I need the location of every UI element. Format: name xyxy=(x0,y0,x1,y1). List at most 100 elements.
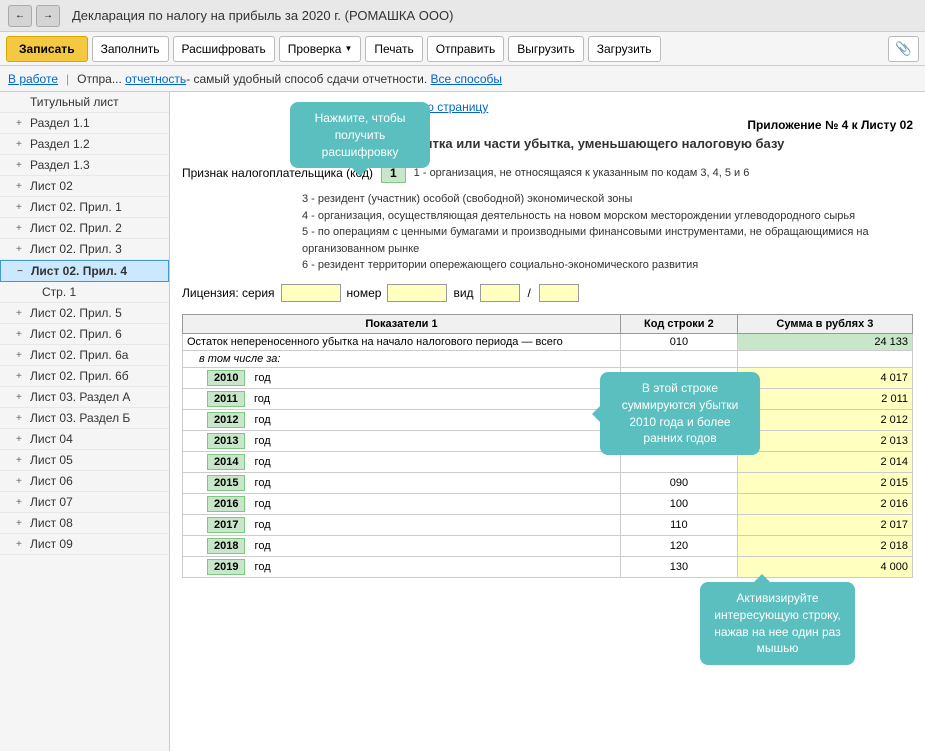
row-sum[interactable]: 2 014 xyxy=(737,451,912,472)
year-badge: 2012 xyxy=(207,412,245,428)
year-badge: 2016 xyxy=(207,496,245,512)
sidebar-label-list02pril6a: Лист 02. Прил. 6а xyxy=(30,348,128,362)
otchetnost-link[interactable]: отчетность xyxy=(125,72,186,86)
toolbar: Записать Заполнить Расшифровать Проверка… xyxy=(0,32,925,66)
year-badge: 2018 xyxy=(207,538,245,554)
row-year-indicator: 2012 год xyxy=(183,409,621,430)
row-year-indicator: 2011 год xyxy=(183,388,621,409)
license-vid-input[interactable] xyxy=(480,284,520,302)
sidebar-item-list04[interactable]: + Лист 04 xyxy=(0,429,169,450)
sidebar-item-list02pril5[interactable]: + Лист 02. Прил. 5 xyxy=(0,303,169,324)
doc-content: Нажмите, чтобы получить расшифровку На п… xyxy=(170,92,925,586)
sidebar-label-list02: Лист 02 xyxy=(30,179,73,193)
col-header-sum: Сумма в рублях 3 xyxy=(737,314,912,333)
year-badge: 2013 xyxy=(207,433,245,449)
in-work-link[interactable]: В работе xyxy=(8,72,58,86)
sidebar-label-list07: Лист 07 xyxy=(30,495,73,509)
sidebar-item-list02pril6b[interactable]: + Лист 02. Прил. 6б xyxy=(0,366,169,387)
zagruzit-button[interactable]: Загрузить xyxy=(588,36,661,62)
sidebar-item-list02pril6[interactable]: + Лист 02. Прил. 6 xyxy=(0,324,169,345)
license-seria-input[interactable] xyxy=(281,284,341,302)
zapisat-button[interactable]: Записать xyxy=(6,36,88,62)
table-row[interactable]: 2016 год 100 2 016 xyxy=(183,493,913,514)
sidebar-item-titulny[interactable]: Титульный лист xyxy=(0,92,169,113)
tooltip-activate-text: Активизируйте интересующую строку, нажав… xyxy=(714,591,840,655)
sidebar-item-list05[interactable]: + Лист 05 xyxy=(0,450,169,471)
sidebar-label-list02pril6b: Лист 02. Прил. 6б xyxy=(30,369,129,383)
table-row[interactable]: 2019 год 130 4 000 xyxy=(183,556,913,577)
sidebar-item-razdel13[interactable]: + Раздел 1.3 xyxy=(0,155,169,176)
sidebar: Титульный лист + Раздел 1.1 + Раздел 1.2… xyxy=(0,92,170,751)
sidebar-item-list02pril2[interactable]: + Лист 02. Прил. 2 xyxy=(0,218,169,239)
sidebar-item-list03razdelB[interactable]: + Лист 03. Раздел Б xyxy=(0,408,169,429)
forward-button[interactable]: → xyxy=(36,5,60,27)
sidebar-item-list02[interactable]: + Лист 02 xyxy=(0,176,169,197)
table-row[interactable]: 2014 год 2 014 xyxy=(183,451,913,472)
license-nomer-input[interactable] xyxy=(387,284,447,302)
row-code: 130 xyxy=(621,556,738,577)
sidebar-label-razdel12: Раздел 1.2 xyxy=(30,137,90,151)
sidebar-label-list08: Лист 08 xyxy=(30,516,73,530)
row-year-indicator: 2013 год xyxy=(183,430,621,451)
table-row[interactable]: 2017 год 110 2 017 xyxy=(183,514,913,535)
clip-button[interactable]: 📎 xyxy=(888,36,919,62)
back-button[interactable]: ← xyxy=(8,5,32,27)
all-ways-link[interactable]: Все способы xyxy=(431,72,503,86)
sidebar-label-list05: Лист 05 xyxy=(30,453,73,467)
row-code: 110 xyxy=(621,514,738,535)
sidebar-item-list02pril3[interactable]: + Лист 02. Прил. 3 xyxy=(0,239,169,260)
row-sum[interactable]: 2 017 xyxy=(737,514,912,535)
desc-line-3: 4 - организация, осуществляющая деятельн… xyxy=(302,208,913,225)
expand-icon: + xyxy=(16,329,26,340)
row-year-indicator: 2018 год xyxy=(183,535,621,556)
row-sum[interactable]: 2 011 xyxy=(737,388,912,409)
sidebar-item-list02pril1[interactable]: + Лист 02. Прил. 1 xyxy=(0,197,169,218)
sidebar-item-str1[interactable]: Стр. 1 xyxy=(0,282,169,303)
row-sum[interactable]: 4 017 xyxy=(737,367,912,388)
table-row[interactable]: Остаток непереносенного убытка на начало… xyxy=(183,333,913,350)
proverka-button[interactable]: Проверка ▼ xyxy=(279,36,362,62)
tooltip-sum: В этой строке суммируются убытки 2010 го… xyxy=(600,372,760,455)
window-title: Декларация по налогу на прибыль за 2020 … xyxy=(72,8,453,23)
col-header-code: Код строки 2 xyxy=(621,314,738,333)
zapolnit-button[interactable]: Заполнить xyxy=(92,36,169,62)
license-row: Лицензия: серия номер вид / xyxy=(182,284,913,302)
table-row[interactable]: 2013 год 2 013 xyxy=(183,430,913,451)
pechat-button[interactable]: Печать xyxy=(365,36,422,62)
sidebar-item-list07[interactable]: + Лист 07 xyxy=(0,492,169,513)
table-row[interactable]: 2018 год 120 2 018 xyxy=(183,535,913,556)
row-sum[interactable]: 2 013 xyxy=(737,430,912,451)
table-row[interactable]: 2015 год 090 2 015 xyxy=(183,472,913,493)
expand-icon: + xyxy=(16,455,26,466)
sidebar-label-list09: Лист 09 xyxy=(30,537,73,551)
sidebar-item-list02pril4[interactable]: − Лист 02. Прил. 4 xyxy=(0,260,169,282)
license-extra-input[interactable] xyxy=(539,284,579,302)
vygruzit-button[interactable]: Выгрузить xyxy=(508,36,584,62)
table-row[interactable]: 2011 год 050 2 011 xyxy=(183,388,913,409)
desc-line-5: 6 - резидент территории опережающего соц… xyxy=(302,257,913,274)
row-sum[interactable]: 24 133 xyxy=(737,333,912,350)
rasshifrovat-button[interactable]: Расшифровать xyxy=(173,36,275,62)
sidebar-label-list03B: Лист 03. Раздел Б xyxy=(30,411,130,425)
sidebar-item-list02pril6a[interactable]: + Лист 02. Прил. 6а xyxy=(0,345,169,366)
otpravit-button[interactable]: Отправить xyxy=(427,36,505,62)
expand-icon: + xyxy=(16,118,26,129)
sidebar-item-list09[interactable]: + Лист 09 xyxy=(0,534,169,555)
table-row[interactable]: 2012 год 2 012 xyxy=(183,409,913,430)
row-code: 090 xyxy=(621,472,738,493)
table-row[interactable]: 2010 год 040 4 017 xyxy=(183,367,913,388)
sidebar-label-list03A: Лист 03. Раздел А xyxy=(30,390,130,404)
row-sum[interactable]: 2 018 xyxy=(737,535,912,556)
sidebar-item-list06[interactable]: + Лист 06 xyxy=(0,471,169,492)
row-sum[interactable]: 2 015 xyxy=(737,472,912,493)
sidebar-item-razdel12[interactable]: + Раздел 1.2 xyxy=(0,134,169,155)
row-sum[interactable]: 2 012 xyxy=(737,409,912,430)
sidebar-item-list08[interactable]: + Лист 08 xyxy=(0,513,169,534)
sidebar-item-list03razdelA[interactable]: + Лист 03. Раздел А xyxy=(0,387,169,408)
sidebar-label-str1: Стр. 1 xyxy=(42,285,76,299)
expand-icon: + xyxy=(16,434,26,445)
sidebar-item-razdel11[interactable]: + Раздел 1.1 xyxy=(0,113,169,134)
row-sum[interactable]: 2 016 xyxy=(737,493,912,514)
desc-line-4: 5 - по операциям с ценными бумагами и пр… xyxy=(302,224,913,257)
tooltip-decrypt: Нажмите, чтобы получить расшифровку xyxy=(290,102,430,168)
